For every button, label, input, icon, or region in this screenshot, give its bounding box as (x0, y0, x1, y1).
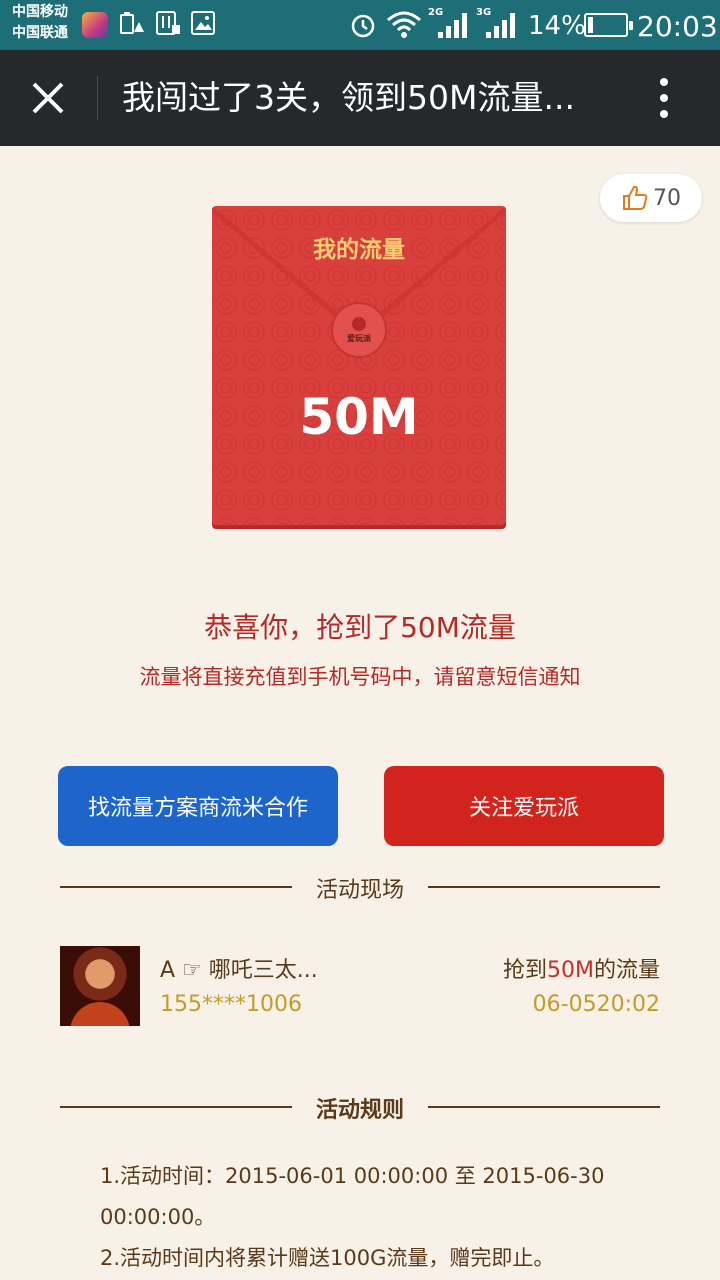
settings-lock-icon (156, 11, 180, 35)
envelope-amount: 50M (299, 388, 419, 446)
battery-icon (584, 13, 633, 37)
signal-3g-icon (486, 13, 515, 38)
live-section-title: 活动现场 (315, 878, 404, 903)
rules-list: 1.活动时间：2015-06-01 00:00:00 至 2015-06-30 … (100, 1156, 660, 1279)
carrier-2: 中国联通 (12, 25, 68, 41)
congrats-message: 恭喜你，抢到了50M流量 (204, 611, 516, 644)
alarm-icon (351, 14, 375, 38)
notice-message: 流量将直接充值到手机号码中，请留意短信通知 (139, 665, 581, 689)
record-name: A ☞ 哪吒三太... (160, 958, 318, 983)
rules-section-title: 活动规则 (315, 1098, 404, 1123)
like-count: 70 (653, 185, 681, 211)
record-phone: 155****1006 (160, 992, 302, 1017)
rule-item-2: 2.活动时间内将累计赠送100G流量，赠完即止。 (100, 1246, 555, 1270)
wifi-icon (387, 11, 421, 38)
clock: 20:03 (637, 10, 718, 43)
divider-line (428, 886, 660, 888)
carrier-1: 中国移动 (12, 4, 68, 20)
rules-section-header: 活动规则 (60, 1086, 660, 1126)
envelope-label: 我的流量 (313, 237, 405, 263)
live-section-header: 活动现场 (60, 866, 660, 906)
close-icon[interactable] (20, 70, 76, 126)
image-icon (191, 11, 215, 35)
carrier-labels: 中国移动 中国联通 (12, 2, 68, 44)
page-title: 我闯过了3关，领到50M流量... (122, 78, 575, 117)
result-prefix: 抢到 (502, 958, 547, 983)
list-item: A ☞ 哪吒三太... 155****1006 抢到50M的流量 06-0520… (60, 946, 660, 1026)
seal-text: 爱玩派 (347, 333, 371, 343)
follow-button[interactable]: 关注爱玩派 (384, 766, 664, 846)
rule-item-1: 1.活动时间：2015-06-01 00:00:00 至 2015-06-30 … (100, 1164, 605, 1229)
record-time: 06-0520:02 (532, 992, 660, 1017)
status-bar: 中国移动 中国联通 2G 3G 14% 20:03 (0, 0, 720, 50)
result-suffix: 的流量 (593, 958, 660, 983)
result-amount: 50M (547, 958, 594, 983)
thumbs-up-icon (623, 185, 648, 210)
record-result: 抢到50M的流量 (503, 952, 660, 984)
like-button[interactable]: 70 (600, 174, 702, 222)
nav-divider (97, 76, 98, 120)
red-envelope: 我的流量 爱玩派 50M (212, 206, 506, 525)
envelope-seal-logo: 爱玩派 (331, 302, 387, 358)
battery-warning-icon (120, 12, 144, 34)
avatar (60, 946, 140, 1026)
battery-percent: 14% (528, 11, 586, 41)
app-icon (82, 12, 108, 38)
seal-emblem (352, 316, 366, 331)
more-vertical-icon[interactable] (642, 74, 686, 122)
divider-line (428, 1106, 660, 1108)
partner-button[interactable]: 找流量方案商流米合作 (58, 766, 338, 846)
nav-bar: 我闯过了3关，领到50M流量... (0, 50, 720, 146)
battery-fill (588, 17, 593, 33)
signal-2g-icon (438, 13, 467, 38)
